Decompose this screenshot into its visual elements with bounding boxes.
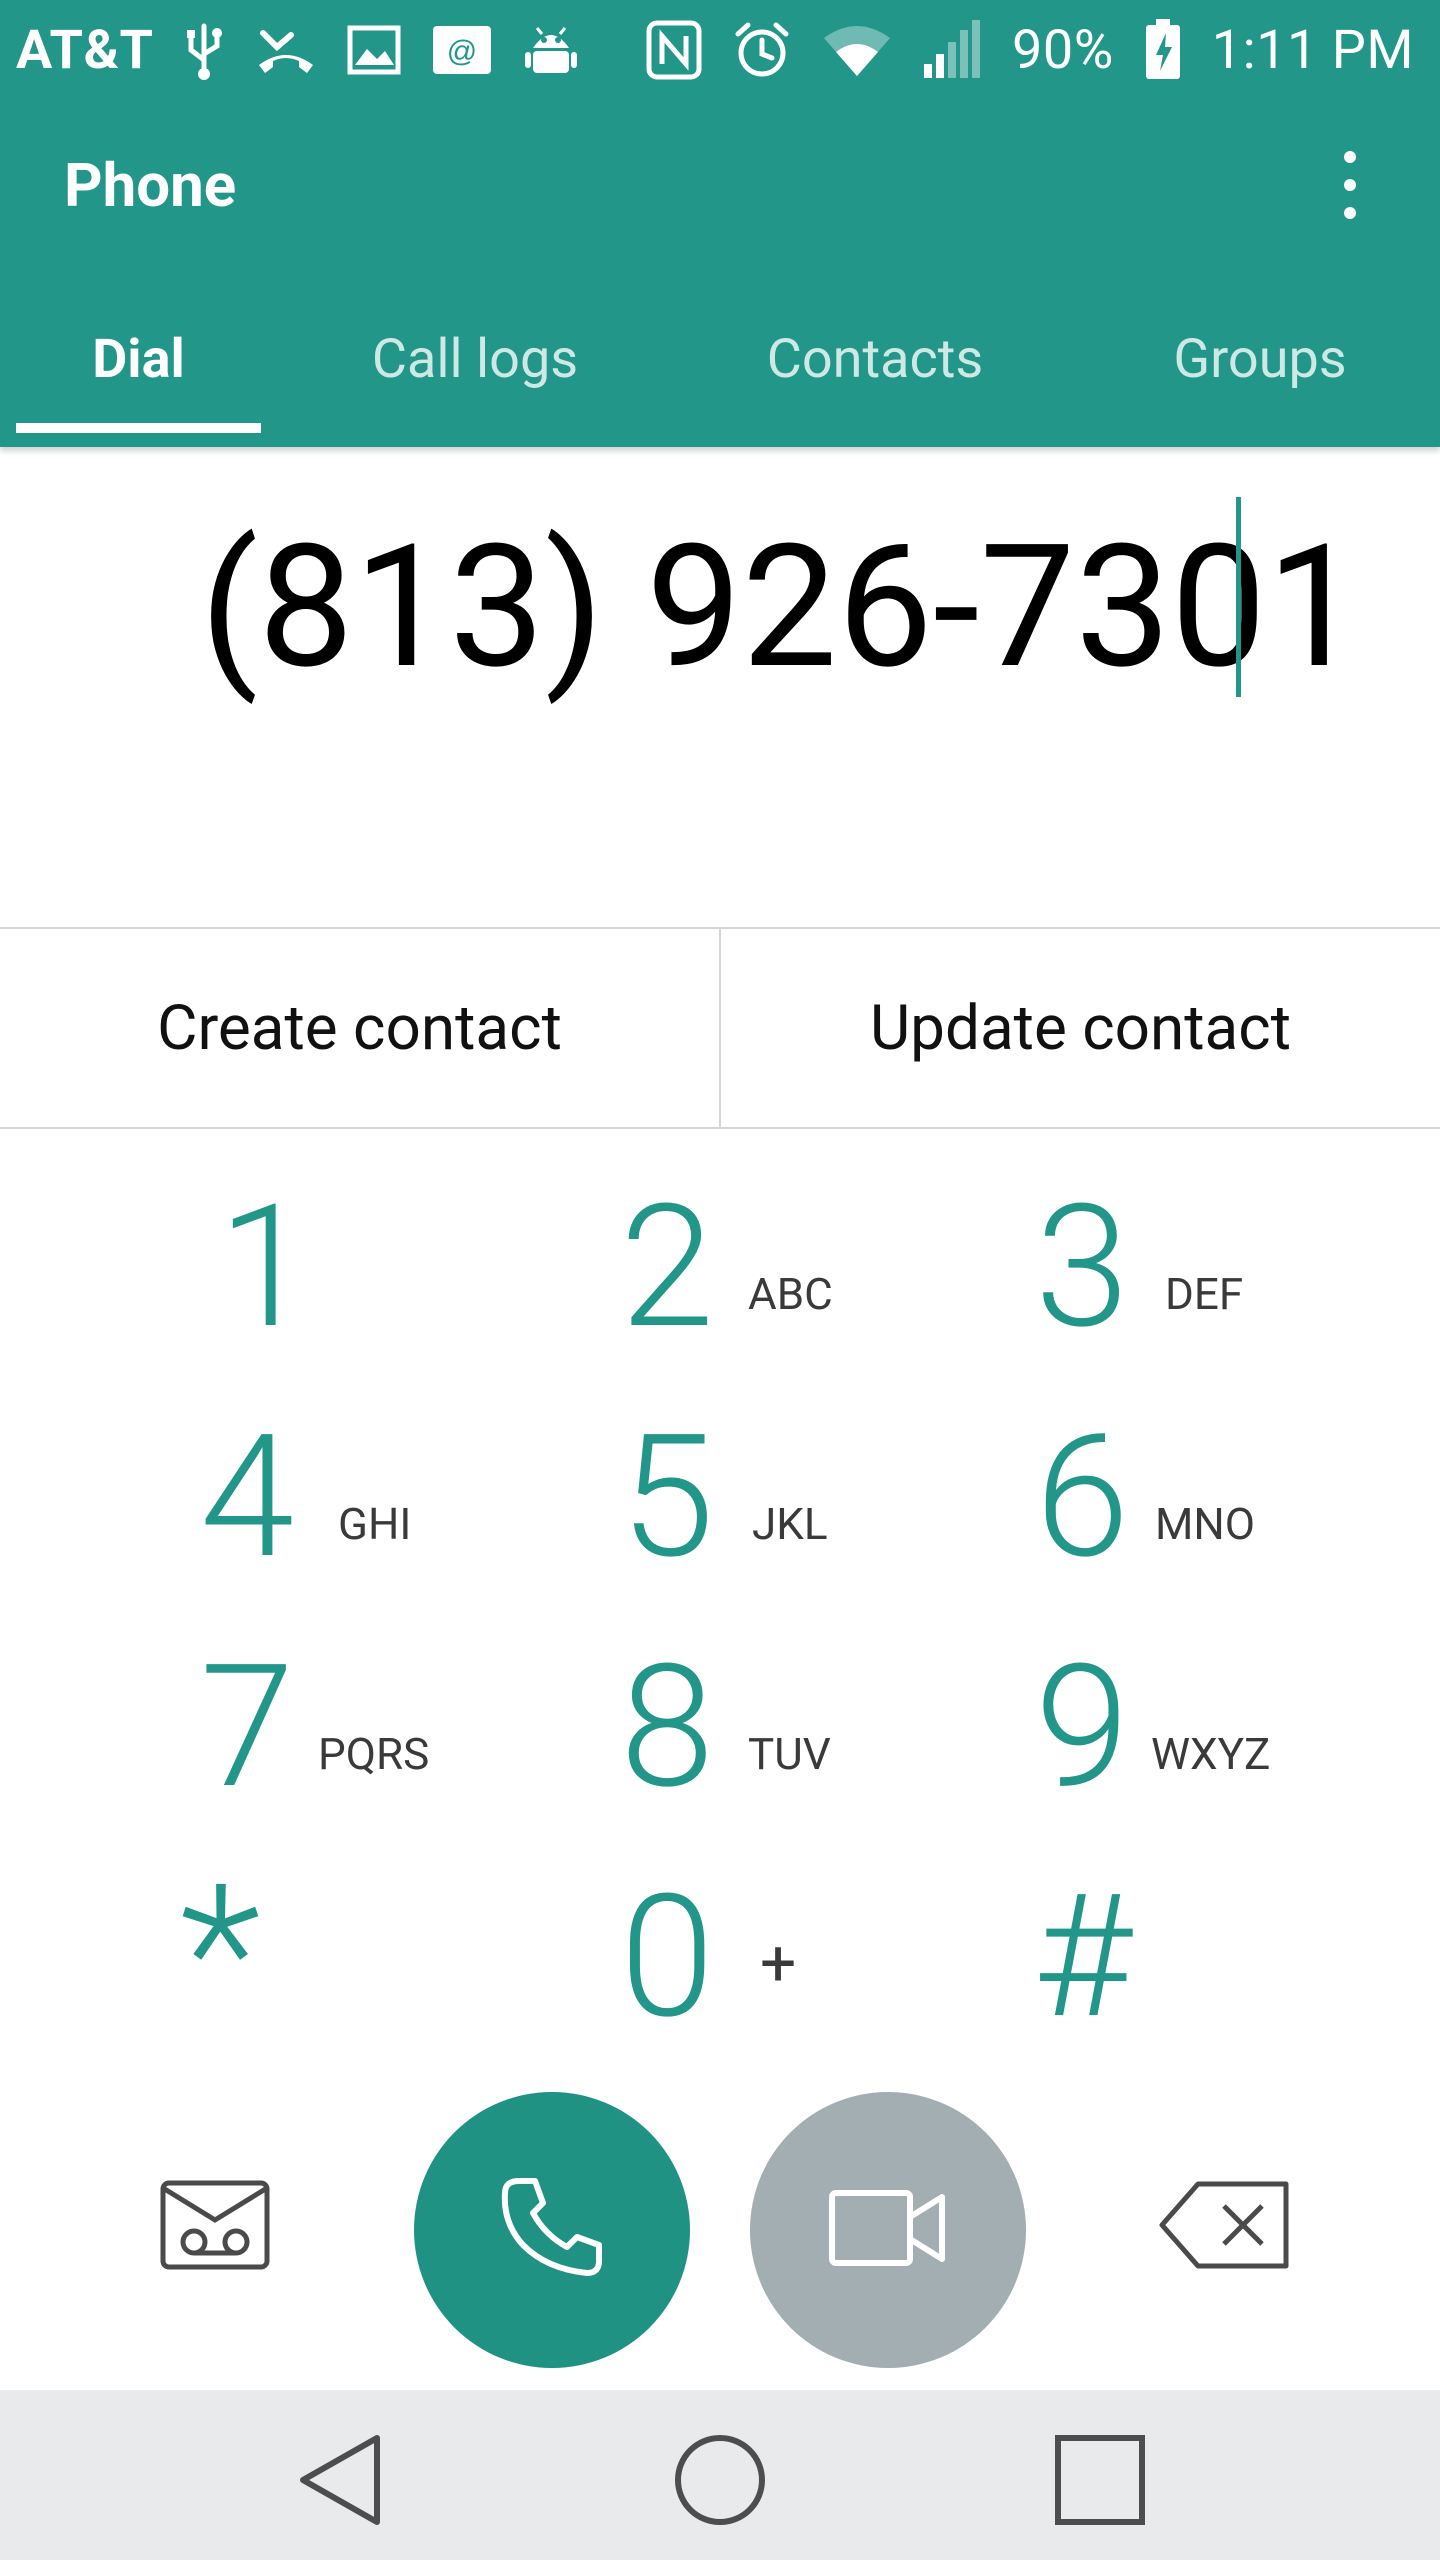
key-digit: 3 [1035, 1167, 1130, 1367]
nfc-icon [646, 20, 702, 80]
tab-bar: Dial Call logs Contacts Groups [0, 310, 1440, 447]
key-letters: TUV [748, 1728, 831, 1780]
tab-contacts[interactable]: Contacts [720, 310, 1030, 447]
svg-text:@: @ [447, 35, 477, 68]
back-triangle-icon[interactable] [290, 2430, 390, 2530]
key-digit: 5 [620, 1397, 715, 1597]
video-call-button[interactable] [750, 2092, 1026, 2368]
update-contact-button[interactable]: Update contact [719, 929, 1440, 1127]
key-letters: ABC [748, 1268, 833, 1320]
key-digit: 8 [620, 1627, 715, 1827]
email-icon: @ [431, 24, 493, 76]
carrier-name: AT&T [16, 18, 154, 82]
key-letters: PQRS [318, 1728, 430, 1780]
key-letters: DEF [1165, 1268, 1244, 1320]
backspace-icon[interactable] [1158, 2180, 1290, 2270]
wifi-icon [822, 22, 892, 78]
signal-icon [922, 20, 982, 80]
dialed-number[interactable]: (813) 926-7301 [200, 507, 1362, 707]
key-digit: 2 [620, 1167, 715, 1367]
more-vert-icon[interactable] [1320, 135, 1380, 235]
video-camera-icon [828, 2183, 948, 2277]
dialpad-key-9[interactable]: 9 WXYZ [925, 1590, 1345, 1815]
key-digit: 6 [1035, 1397, 1130, 1597]
android-icon [523, 22, 579, 78]
system-nav-bar [0, 2390, 1440, 2560]
app-bar: Phone Dial Call logs Contacts Groups [0, 100, 1440, 447]
image-icon [347, 25, 401, 75]
battery-charging-icon [1144, 19, 1182, 81]
dialpad-key-6[interactable]: 6 MNO [925, 1360, 1345, 1585]
missed-call-icon [255, 25, 317, 75]
dialpad-key-4[interactable]: 4 GHI [40, 1360, 460, 1585]
create-contact-button[interactable]: Create contact [0, 929, 719, 1127]
dialpad-key-7[interactable]: 7 PQRS [40, 1590, 460, 1815]
voicemail-icon[interactable] [160, 2180, 270, 2270]
key-letters: GHI [338, 1498, 412, 1550]
app-title: Phone [64, 150, 237, 221]
battery-percent: 90% [1012, 18, 1114, 82]
dialpad-key-star[interactable]: * [40, 1820, 460, 2050]
dialpad-key-1[interactable]: 1 [40, 1130, 460, 1355]
dialer-actions [0, 2060, 1440, 2390]
key-digit: 0 [620, 1857, 715, 2057]
tab-call-logs[interactable]: Call logs [320, 310, 630, 447]
key-digit: 4 [200, 1397, 295, 1597]
key-letters: JKL [752, 1498, 828, 1550]
key-letters: + [760, 1926, 797, 2001]
key-digit: # [1033, 1857, 1132, 2057]
key-letters: WXYZ [1151, 1728, 1271, 1780]
status-bar: AT&T @ 90% 1:11 PM [0, 0, 1440, 100]
dialpad-key-3[interactable]: 3 DEF [925, 1130, 1345, 1355]
dialpad-key-8[interactable]: 8 TUV [510, 1590, 930, 1815]
usb-icon [183, 20, 225, 80]
key-digit: * [180, 1844, 261, 2066]
dialpad: 1 2 ABC 3 DEF 4 GHI 5 JKL 6 MNO 7 PQRS 8… [0, 1130, 1440, 2050]
recents-square-icon[interactable] [1050, 2430, 1150, 2530]
phone-icon [497, 2173, 607, 2287]
call-button[interactable] [414, 2092, 690, 2368]
dialed-number-area[interactable]: (813) 926-7301 [0, 447, 1440, 927]
home-circle-icon[interactable] [670, 2430, 770, 2530]
clock: 1:11 PM [1211, 18, 1414, 82]
dialpad-key-5[interactable]: 5 JKL [510, 1360, 930, 1585]
active-tab-indicator [16, 423, 261, 433]
contact-actions: Create contact Update contact [0, 927, 1440, 1129]
key-digit: 9 [1035, 1627, 1130, 1827]
key-digit: 1 [218, 1167, 313, 1367]
dialpad-key-pound[interactable]: # [925, 1820, 1345, 2045]
key-digit: 7 [200, 1627, 295, 1827]
alarm-icon [732, 20, 792, 80]
text-cursor [1236, 497, 1241, 697]
key-letters: MNO [1155, 1498, 1256, 1550]
tab-groups[interactable]: Groups [1110, 310, 1410, 447]
dialpad-key-0[interactable]: 0 + [510, 1820, 930, 2045]
dialpad-key-2[interactable]: 2 ABC [510, 1130, 930, 1355]
